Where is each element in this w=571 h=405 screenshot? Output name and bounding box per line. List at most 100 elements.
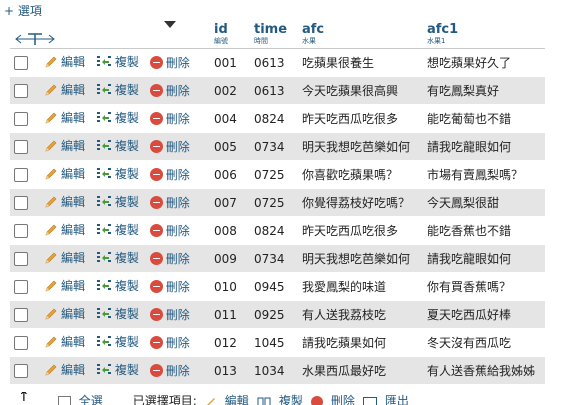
edit-label[interactable]: 編輯 [61,361,85,378]
copy-label[interactable]: 複製 [115,361,139,378]
edit-button[interactable]: 編輯 [44,165,85,182]
copy-label[interactable]: 複製 [115,165,139,182]
row-checkbox[interactable] [14,167,28,182]
delete-label[interactable]: 刪除 [166,194,190,211]
copy-button[interactable]: 複製 [96,137,139,154]
delete-button[interactable]: 刪除 [149,82,190,99]
copy-label[interactable]: 複製 [115,81,139,98]
delete-button[interactable]: 刪除 [149,194,190,211]
copy-label[interactable]: 複製 [115,333,139,350]
select-all-checkbox[interactable] [57,396,71,405]
edit-label[interactable]: 編輯 [61,81,85,98]
delete-label[interactable]: 刪除 [166,166,190,183]
row-checkbox[interactable] [14,307,28,322]
edit-button[interactable]: 編輯 [44,137,85,154]
delete-button[interactable]: 刪除 [149,334,190,351]
delete-button[interactable]: 刪除 [149,362,190,379]
delete-label[interactable]: 刪除 [166,54,190,71]
row-checkbox[interactable] [14,139,28,154]
table-row[interactable]: 編輯 複製 刪除 008 0824 昨天吃西瓜吃很多 能吃香蕉也不錯 [10,216,545,245]
table-row[interactable]: 編輯 複製 刪除 012 1045 請我吃蘋果如何 冬天沒有西瓜吃 [10,328,545,357]
delete-label[interactable]: 刪除 [166,250,190,267]
column-header-afc[interactable]: afc 水果 [298,16,423,49]
column-header-time[interactable]: time 時間 [250,16,298,49]
edit-label[interactable]: 編輯 [61,165,85,182]
delete-label[interactable]: 刪除 [166,306,190,323]
edit-button[interactable]: 編輯 [44,81,85,98]
edit-label[interactable]: 編輯 [61,109,85,126]
copy-label[interactable]: 複製 [115,137,139,154]
table-row[interactable]: 編輯 複製 刪除 005 0734 明天我想吃芭樂如何 請我吃龍眼如何 [10,132,545,161]
column-label-afc1[interactable]: afc1 [427,22,541,37]
copy-button[interactable]: 複製 [96,165,139,182]
delete-label[interactable]: 刪除 [166,138,190,155]
edit-label[interactable]: 編輯 [61,221,85,238]
copy-button[interactable]: 複製 [96,109,139,126]
delete-label[interactable]: 刪除 [166,362,190,379]
row-checkbox[interactable] [14,279,28,294]
copy-label[interactable]: 複製 [115,193,139,210]
edit-button[interactable]: 編輯 [44,193,85,210]
row-checkbox[interactable] [14,223,28,238]
row-checkbox[interactable] [14,251,28,266]
delete-button[interactable]: 刪除 [149,278,190,295]
column-header-id[interactable]: id 編號 [210,16,250,49]
column-label-time[interactable]: time [254,22,294,37]
table-row[interactable]: 編輯 複製 刪除 007 0725 你覺得荔枝好吃嗎？ 今天鳳梨很甜 [10,188,545,217]
edit-label[interactable]: 編輯 [61,277,85,294]
edit-button[interactable]: 編輯 [44,53,85,70]
delete-label[interactable]: 刪除 [166,222,190,239]
table-row[interactable]: 編輯 複製 刪除 004 0824 昨天吃西瓜吃很多 能吃葡萄也不錯 [10,104,545,133]
row-checkbox[interactable] [14,335,28,350]
delete-button[interactable]: 刪除 [149,166,190,183]
copy-button[interactable]: 複製 [96,361,139,378]
bulk-delete-button[interactable]: 刪除 [331,392,355,405]
delete-button[interactable]: 刪除 [149,110,190,127]
table-row[interactable]: 編輯 複製 刪除 009 0734 明天我想吃芭樂如何 請我吃龍眼如何 [10,244,545,273]
bulk-export-button[interactable]: 匯出 [385,392,409,405]
copy-label[interactable]: 複製 [115,277,139,294]
column-label-id[interactable]: id [214,22,246,37]
copy-button[interactable]: 複製 [96,249,139,266]
copy-label[interactable]: 複製 [115,109,139,126]
delete-button[interactable]: 刪除 [149,250,190,267]
edit-label[interactable]: 編輯 [61,193,85,210]
copy-label[interactable]: 複製 [115,221,139,238]
delete-button[interactable]: 刪除 [149,222,190,239]
edit-label[interactable]: 編輯 [61,305,85,322]
copy-button[interactable]: 複製 [96,277,139,294]
delete-label[interactable]: 刪除 [166,82,190,99]
edit-label[interactable]: 編輯 [61,333,85,350]
column-label-afc[interactable]: afc [302,22,419,37]
edit-button[interactable]: 編輯 [44,109,85,126]
copy-button[interactable]: 複製 [96,81,139,98]
copy-button[interactable]: 複製 [96,221,139,238]
edit-button[interactable]: 編輯 [44,249,85,266]
sort-dropdown-icon[interactable] [164,21,176,28]
copy-button[interactable]: 複製 [96,53,139,70]
delete-label[interactable]: 刪除 [166,278,190,295]
row-checkbox[interactable] [14,195,28,210]
edit-button[interactable]: 編輯 [44,277,85,294]
copy-button[interactable]: 複製 [96,305,139,322]
table-row[interactable]: 編輯 複製 刪除 013 1034 水果西瓜最好吃 有人送香蕉給我姊姊 [10,356,545,385]
copy-button[interactable]: 複製 [96,333,139,350]
column-header-afc1[interactable]: afc1 水果1 [423,16,545,49]
row-checkbox[interactable] [14,55,28,70]
edit-label[interactable]: 編輯 [61,53,85,70]
copy-label[interactable]: 複製 [115,305,139,322]
delete-label[interactable]: 刪除 [166,334,190,351]
edit-button[interactable]: 編輯 [44,333,85,350]
delete-button[interactable]: 刪除 [149,138,190,155]
edit-label[interactable]: 編輯 [61,137,85,154]
left-right-arrows-icon[interactable] [14,32,56,46]
bulk-edit-button[interactable]: 編輯 [225,392,249,405]
edit-button[interactable]: 編輯 [44,305,85,322]
column-toggle-arrows[interactable] [14,32,206,46]
row-checkbox[interactable] [14,363,28,378]
table-row[interactable]: 編輯 複製 刪除 002 0613 今天吃蘋果很高興 有吃鳳梨真好 [10,76,545,105]
copy-label[interactable]: 複製 [115,249,139,266]
bulk-copy-button[interactable]: 複製 [279,392,303,405]
row-checkbox[interactable] [14,111,28,126]
select-all-label[interactable]: 全選 [79,392,103,405]
